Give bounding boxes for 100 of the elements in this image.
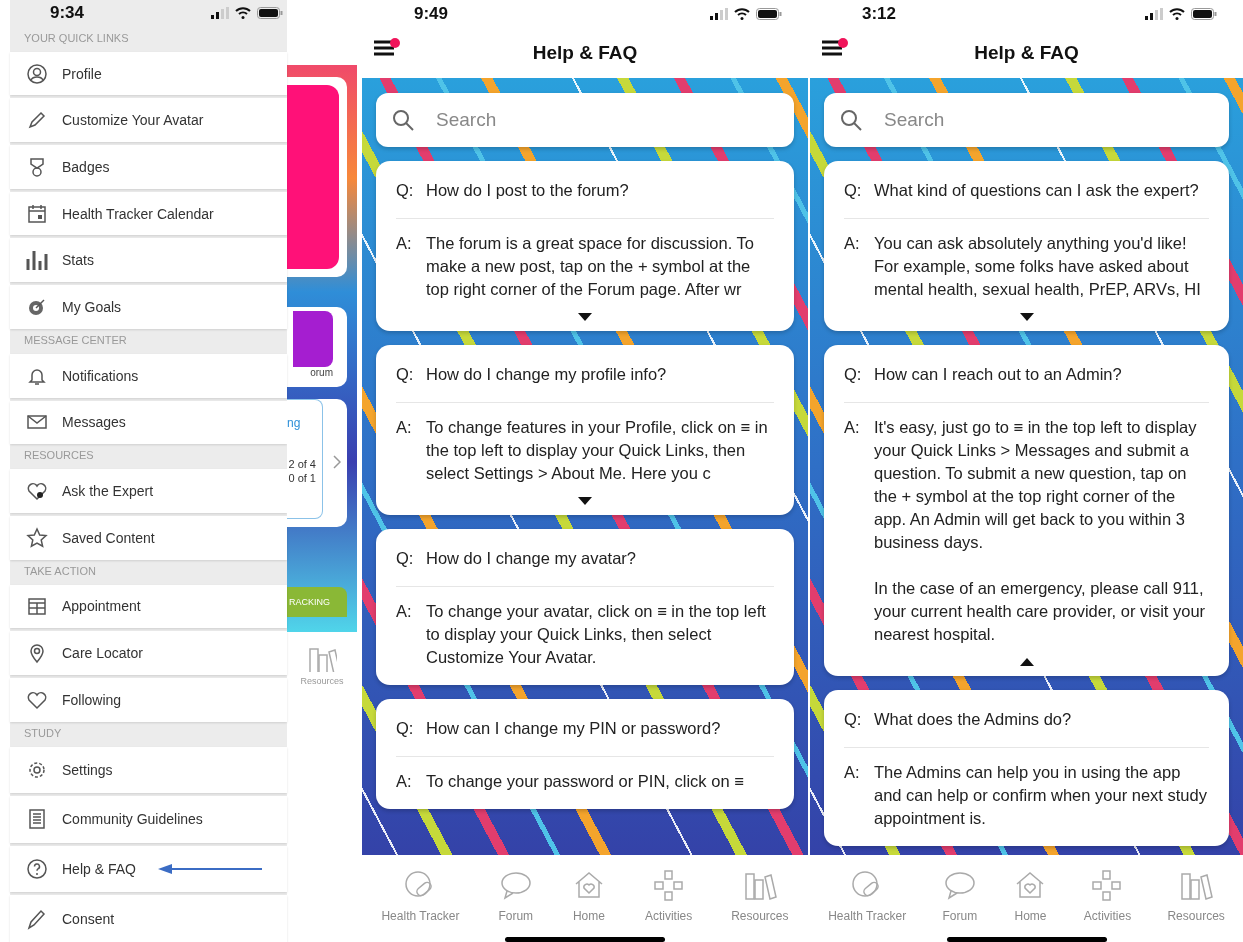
question-text: What does the Admins do?: [874, 709, 1072, 730]
menu-item[interactable]: Community Guidelines: [10, 796, 287, 843]
menu-item[interactable]: Ask the Expert: [10, 469, 287, 513]
question-text: How do I change my avatar?: [426, 548, 637, 569]
battery-icon: [1191, 8, 1217, 20]
menu-item[interactable]: Settings: [10, 746, 287, 794]
app-tile[interactable]: [287, 85, 339, 269]
wifi-icon: [1169, 8, 1185, 20]
signal-icon: [710, 8, 728, 20]
answer-text: In the case of an emergency, please call 911, your current health care provider, or visit your nearest hospital.: [874, 578, 1207, 645]
tab-bar-item[interactable]: Forum: [942, 869, 978, 923]
section-header: YOUR QUICK LINKS: [23, 30, 130, 46]
status-time: 9:34: [50, 3, 85, 24]
tab-bar-item[interactable]: Resources: [1167, 869, 1225, 923]
answer-marker: A:: [396, 417, 413, 438]
answer-text: The forum is a great space for discussion. To make a new post, tap on the + symbol at the top right corner of the Forum page. After wr: [426, 233, 756, 300]
menu-item[interactable]: Care Locator: [10, 631, 287, 675]
menu-item[interactable]: Help & FAQ: [10, 845, 287, 893]
puzzle-icon: [651, 869, 686, 903]
expand-caret-icon[interactable]: [578, 497, 592, 505]
menu-icon[interactable]: [374, 38, 394, 56]
wifi-icon: [235, 7, 251, 20]
question-marker: Q:: [396, 548, 415, 569]
answer-text: To change features in your Profile, click on ≡ in the top left to display your Quick Links, then select Settings > About Me. Here you c: [426, 417, 769, 484]
tab-bar-item[interactable]: Forum: [498, 869, 534, 923]
menu-item[interactable]: Messages: [10, 400, 287, 445]
answer-marker: A:: [844, 233, 861, 254]
answer-marker: A:: [396, 771, 413, 792]
tab-bar-item[interactable]: Activities: [1083, 869, 1132, 923]
menu-item[interactable]: Appointment: [10, 584, 287, 629]
search-icon: [840, 109, 862, 131]
progress-text: 2 of 4: [288, 458, 316, 470]
section-header: RESOURCES: [23, 448, 95, 464]
signal-icon: [1145, 8, 1163, 20]
section-header: MESSAGE CENTER: [23, 332, 128, 348]
wifi-icon: [734, 8, 750, 20]
answer-marker: A:: [844, 762, 861, 783]
progress-text: 0 of 1: [288, 472, 316, 484]
search-icon: [392, 109, 414, 131]
pencil-icon: [26, 907, 48, 930]
answer-marker: A:: [396, 601, 413, 622]
search-field[interactable]: Search: [436, 109, 778, 131]
menu-item[interactable]: Following: [10, 677, 287, 722]
tab-bar-item[interactable]: Home: [1013, 869, 1048, 923]
expand-caret-icon[interactable]: [578, 313, 592, 321]
menu-item[interactable]: Badges: [10, 145, 287, 189]
answer-text: The Admins can help you in using the app and can help or confirm when your next study appointment is.: [874, 762, 1208, 829]
document-icon: [26, 808, 48, 831]
search-field[interactable]: Search: [884, 109, 1213, 131]
expand-caret-icon[interactable]: [1019, 313, 1034, 321]
screen-title: Help & FAQ: [974, 42, 1079, 64]
tab-bar-item[interactable]: Activities: [644, 869, 693, 923]
chevron-right-icon: [333, 455, 341, 469]
status-time: 3:12: [862, 4, 897, 24]
heart-icon: [26, 480, 48, 502]
menu-item[interactable]: Saved Content: [10, 515, 287, 560]
menu-item[interactable]: Profile: [10, 51, 287, 96]
question-marker: Q:: [396, 364, 415, 385]
bar-chart-icon: [26, 249, 48, 272]
menu-item[interactable]: Consent: [10, 895, 287, 942]
question-marker: Q:: [844, 364, 863, 385]
menu-item[interactable]: Customize Your Avatar: [10, 98, 287, 143]
calendar-icon: [26, 595, 48, 618]
person-circle-icon: [26, 62, 48, 85]
question-marker: Q:: [396, 180, 415, 201]
question-text: How can I change my PIN or password?: [426, 718, 721, 739]
tab-label: Resources: [300, 676, 344, 686]
menu-item[interactable]: Notifications: [10, 353, 287, 398]
star-icon: [26, 526, 48, 549]
calendar-icon: [26, 202, 48, 225]
answer-text: To change your password or PIN, click on ≡: [426, 771, 744, 792]
answer-text: You can ask absolutely anything you'd like! For example, some folks have asked about mental health, sexual health, PrEP, ARVs, HI: [874, 233, 1202, 300]
target-icon: [26, 296, 48, 318]
question-marker: Q:: [844, 180, 863, 201]
search-bar[interactable]: Search: [376, 93, 794, 147]
tab-bar-item[interactable]: Health Tracker: [828, 869, 907, 923]
menu-item[interactable]: Stats: [10, 238, 287, 283]
collapse-caret-icon[interactable]: [1019, 658, 1034, 666]
forum-tile[interactable]: [293, 311, 333, 367]
answer-marker: A:: [844, 417, 861, 438]
tab-bar-item[interactable]: Home: [571, 869, 606, 923]
card-title: ng: [287, 416, 301, 430]
question-marker: Q:: [396, 718, 415, 739]
status-time: 9:49: [414, 4, 449, 24]
menu-item[interactable]: Health Tracker Calendar: [10, 191, 287, 236]
battery-icon: [756, 8, 782, 20]
menu-icon[interactable]: [822, 38, 842, 56]
menu-item[interactable]: My Goals: [10, 285, 287, 329]
tab-bar-item[interactable]: Resources: [731, 869, 789, 923]
tab-bar-item[interactable]: Health Tracker: [381, 869, 460, 923]
answer-marker: A:: [396, 233, 413, 254]
answer-text: To change your avatar, click on ≡ in the top left to display your Quick Links, then select Customize Your Avatar.: [426, 601, 767, 668]
question-text: What kind of questions can I ask the expert?: [874, 180, 1199, 201]
signal-icon: [211, 7, 229, 20]
answer-text: It's easy, just go to ≡ in the top left to display your Quick Links > Messages and submit a question. To submit a new question, tap on the + symbol at the top right corner of the app. An Admin will get back to you within 3 business days.: [874, 417, 1198, 553]
question-text: How do I post to the forum?: [426, 180, 629, 201]
question-marker: Q:: [844, 709, 863, 730]
screen-title: Help & FAQ: [532, 42, 638, 64]
search-bar[interactable]: Search: [824, 93, 1229, 147]
section-header: TAKE ACTION: [23, 563, 97, 579]
